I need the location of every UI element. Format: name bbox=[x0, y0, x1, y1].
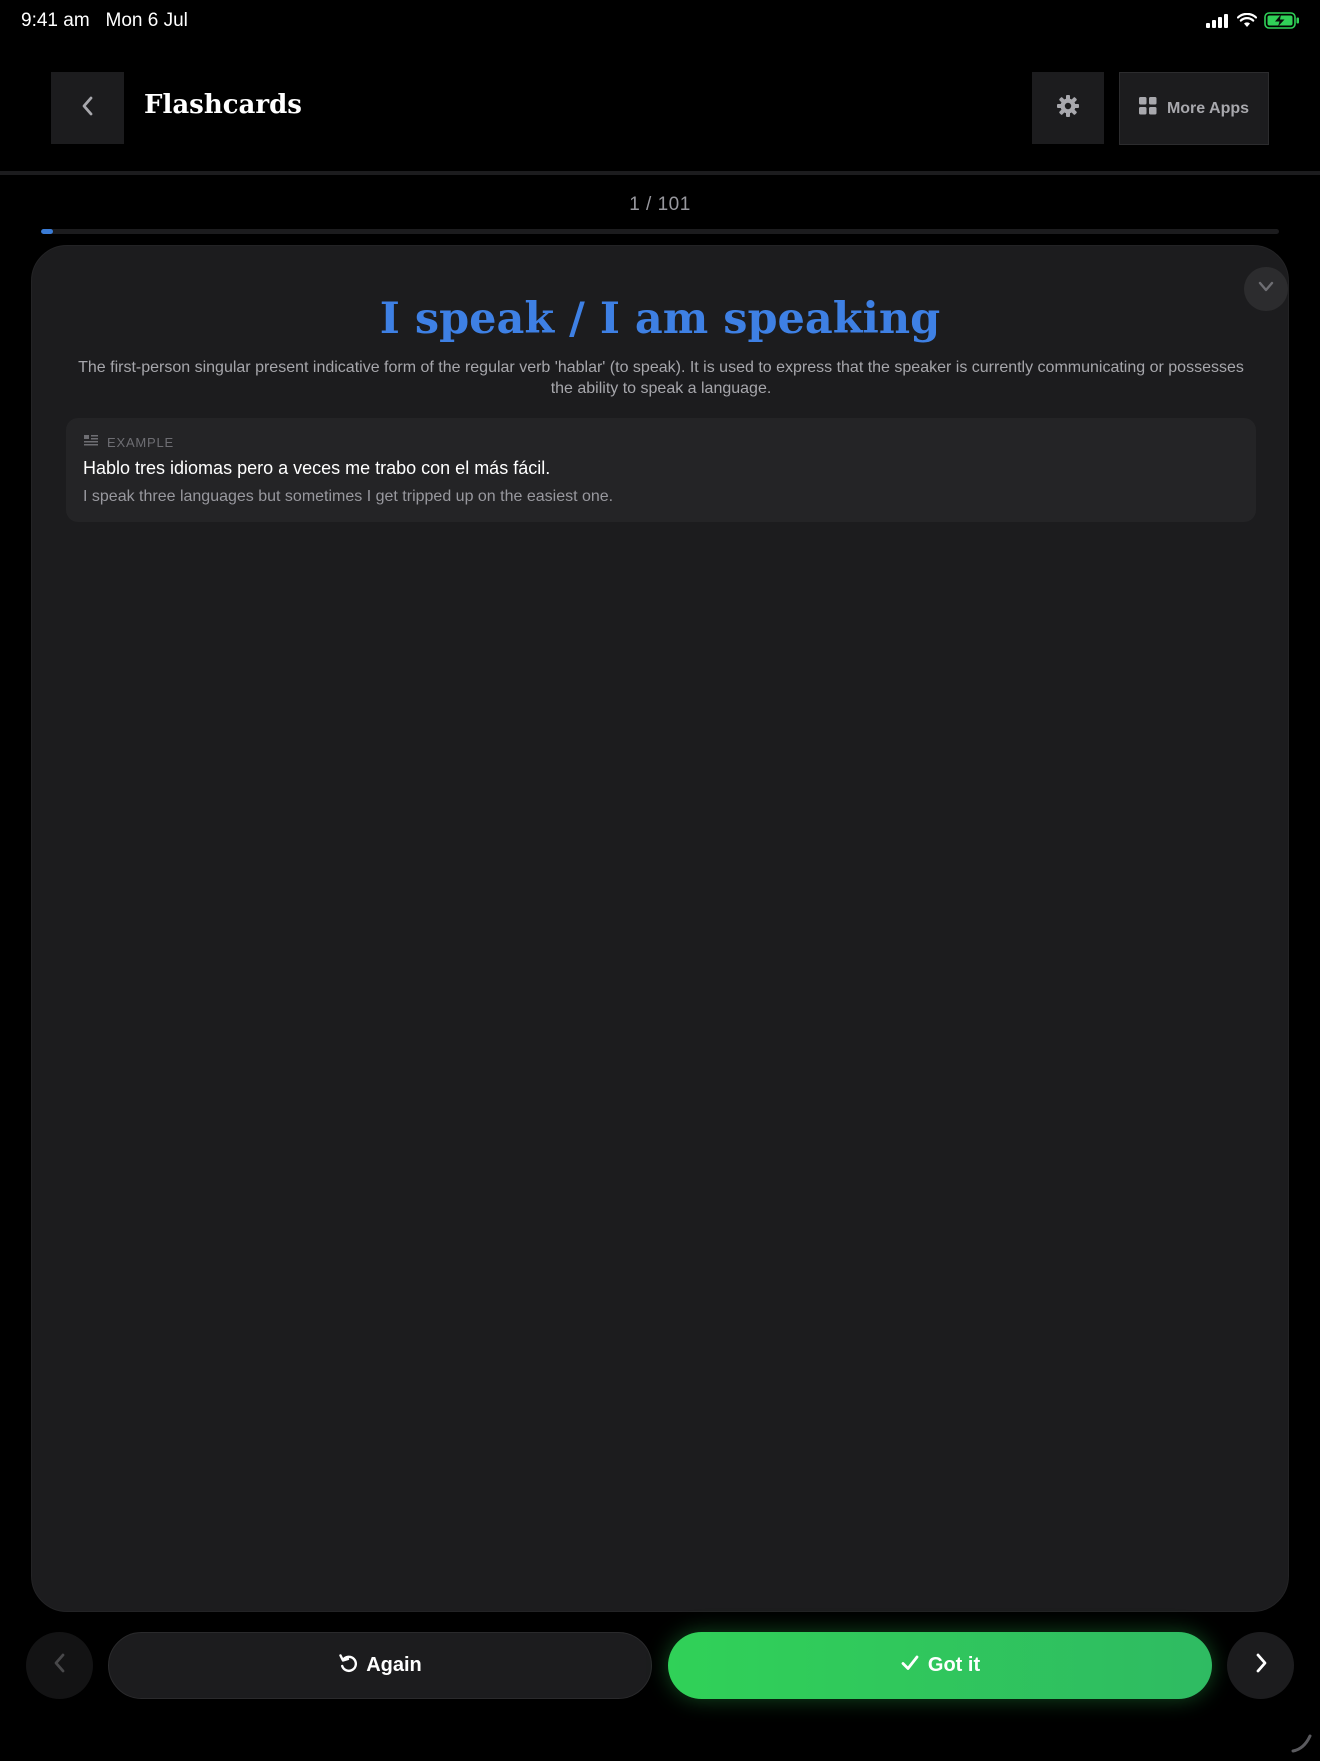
status-bar: 9:41 am Mon 6 Jul bbox=[0, 0, 1320, 42]
flashcard[interactable]: I speak / I am speaking The first-person… bbox=[31, 245, 1289, 1612]
again-label: Again bbox=[366, 1654, 422, 1676]
example-label: EXAMPLE bbox=[107, 434, 175, 450]
progress-fill bbox=[41, 229, 54, 234]
example-translation: I speak three languages but sometimes I … bbox=[83, 488, 614, 505]
more-apps-button[interactable]: More Apps bbox=[1119, 72, 1269, 145]
card-counter: 1 / 101 bbox=[629, 194, 691, 215]
grid-icon bbox=[1138, 97, 1157, 120]
text-lines-icon bbox=[84, 433, 98, 451]
card-term: I speak / I am speaking bbox=[379, 294, 941, 344]
chevron-right-icon bbox=[1254, 1652, 1268, 1679]
status-date: Mon 6 Jul bbox=[105, 10, 188, 31]
example-box: EXAMPLE Hablo tres idiomas pero a veces … bbox=[66, 418, 1256, 522]
wifi-icon bbox=[1236, 12, 1258, 33]
resize-handle-icon[interactable] bbox=[1290, 1730, 1314, 1754]
got-it-button[interactable]: Got it bbox=[668, 1632, 1212, 1699]
chevron-left-icon bbox=[53, 1652, 67, 1679]
settings-button[interactable] bbox=[1032, 72, 1104, 144]
more-apps-label: More Apps bbox=[1166, 99, 1250, 117]
card-definition: The first-person singular present indica… bbox=[78, 359, 1244, 397]
progress-bar bbox=[41, 229, 1279, 234]
rotate-ccw-icon bbox=[338, 1653, 358, 1679]
app-header: Flashcards More Apps bbox=[0, 42, 1320, 175]
got-it-label: Got it bbox=[927, 1654, 981, 1676]
example-header: EXAMPLE bbox=[84, 433, 174, 451]
next-card-button[interactable] bbox=[1227, 1632, 1294, 1699]
cellular-signal-icon bbox=[1206, 13, 1230, 33]
page-title: Flashcards bbox=[144, 90, 302, 120]
example-sentence: Hablo tres idiomas pero a veces me trabo… bbox=[83, 458, 551, 478]
gear-icon bbox=[1056, 94, 1080, 123]
again-button[interactable]: Again bbox=[108, 1632, 652, 1699]
back-button[interactable] bbox=[51, 72, 124, 144]
chevron-left-icon bbox=[80, 95, 96, 122]
checkmark-icon bbox=[900, 1654, 920, 1678]
previous-card-button[interactable] bbox=[26, 1632, 93, 1699]
status-time: 9:41 am Mon 6 Jul bbox=[21, 10, 188, 32]
status-clock: 9:41 am bbox=[21, 10, 90, 31]
battery-charging-icon bbox=[1264, 12, 1300, 34]
status-icons bbox=[1206, 12, 1300, 34]
